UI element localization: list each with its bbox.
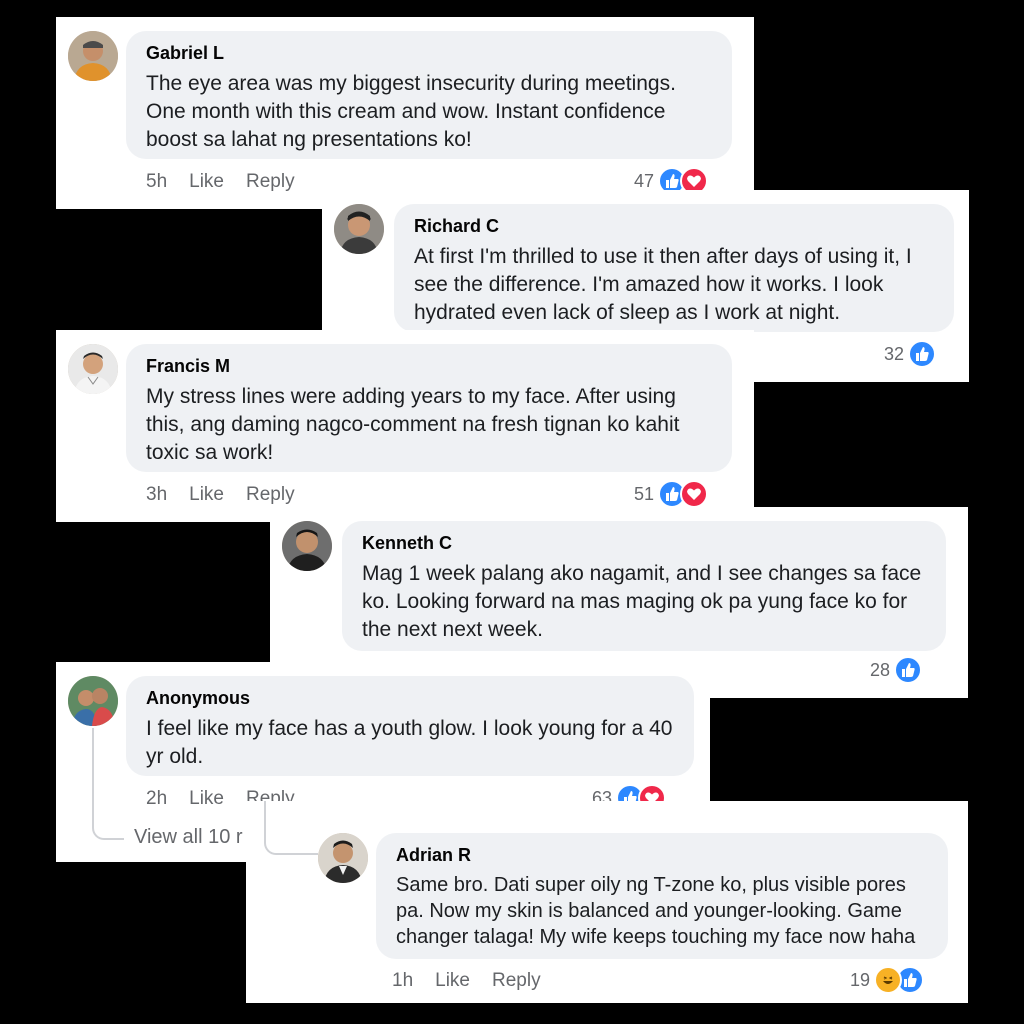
reaction-summary[interactable]: 28: [870, 656, 923, 684]
avatar[interactable]: [334, 204, 384, 254]
comment-bubble: Francis M My stress lines were adding ye…: [126, 344, 732, 472]
reaction-count: 47: [634, 170, 655, 191]
reply-button[interactable]: Reply: [492, 970, 541, 992]
commenter-name[interactable]: Anonymous: [146, 688, 674, 709]
reaction-count: 19: [850, 969, 871, 990]
comment-card-adrian: Adrian R Same bro. Dati super oily ng T-…: [246, 801, 968, 1003]
avatar[interactable]: [68, 676, 118, 726]
comment-actions: 3h Like Reply: [146, 484, 295, 506]
comment-text: Mag 1 week palang ako nagamit, and I see…: [362, 562, 922, 641]
comment-card-francis: Francis M My stress lines were adding ye…: [56, 330, 754, 522]
reaction-summary[interactable]: 51: [634, 480, 709, 508]
haha-icon: [874, 966, 903, 994]
commenter-name[interactable]: Adrian R: [396, 845, 928, 866]
comment-text: The eye area was my biggest insecurity d…: [146, 72, 676, 151]
comment-text: Same bro. Dati super oily ng T-zone ko, …: [396, 874, 916, 948]
timestamp[interactable]: 1h: [392, 970, 413, 992]
love-icon: [680, 480, 709, 508]
reaction-count: 28: [870, 659, 891, 680]
comment-actions: 5h Like Reply: [146, 171, 295, 193]
timestamp[interactable]: 2h: [146, 788, 167, 810]
commenter-name[interactable]: Richard C: [414, 216, 934, 237]
comment-text: At first I'm thrilled to use it then aft…: [414, 245, 912, 324]
like-button[interactable]: Like: [189, 788, 224, 810]
reaction-count: 51: [634, 483, 655, 504]
like-button[interactable]: Like: [435, 970, 470, 992]
comment-bubble: Anonymous I feel like my face has a yout…: [126, 676, 694, 776]
avatar[interactable]: [68, 344, 118, 394]
commenter-name[interactable]: Gabriel L: [146, 43, 712, 64]
comment-bubble: Adrian R Same bro. Dati super oily ng T-…: [376, 833, 948, 959]
like-button[interactable]: Like: [189, 484, 224, 506]
like-icon: [908, 340, 937, 368]
timestamp[interactable]: 5h: [146, 171, 167, 193]
like-icon: [894, 656, 923, 684]
view-all-replies-link[interactable]: View all 10 r: [134, 826, 243, 849]
comment-card-gabriel: Gabriel L The eye area was my biggest in…: [56, 17, 754, 209]
reply-thread-line: [92, 728, 124, 840]
comment-bubble: Kenneth C Mag 1 week palang ako nagamit,…: [342, 521, 946, 651]
comment-bubble: Richard C At first I'm thrilled to use i…: [394, 204, 954, 332]
comment-text: I feel like my face has a youth glow. I …: [146, 717, 673, 768]
timestamp[interactable]: 3h: [146, 484, 167, 506]
reply-button[interactable]: Reply: [246, 171, 295, 193]
reaction-summary[interactable]: 32: [884, 340, 937, 368]
comment-text: My stress lines were adding years to my …: [146, 385, 680, 464]
avatar[interactable]: [282, 521, 332, 571]
like-button[interactable]: Like: [189, 171, 224, 193]
commenter-name[interactable]: Francis M: [146, 356, 712, 377]
comment-actions: 1h Like Reply: [392, 970, 541, 992]
reaction-count: 32: [884, 343, 905, 364]
reaction-summary[interactable]: 19: [850, 966, 925, 994]
avatar[interactable]: [68, 31, 118, 81]
reply-thread-line: [264, 801, 318, 855]
avatar[interactable]: [318, 833, 368, 883]
commenter-name[interactable]: Kenneth C: [362, 533, 926, 554]
reply-button[interactable]: Reply: [246, 484, 295, 506]
comment-bubble: Gabriel L The eye area was my biggest in…: [126, 31, 732, 159]
